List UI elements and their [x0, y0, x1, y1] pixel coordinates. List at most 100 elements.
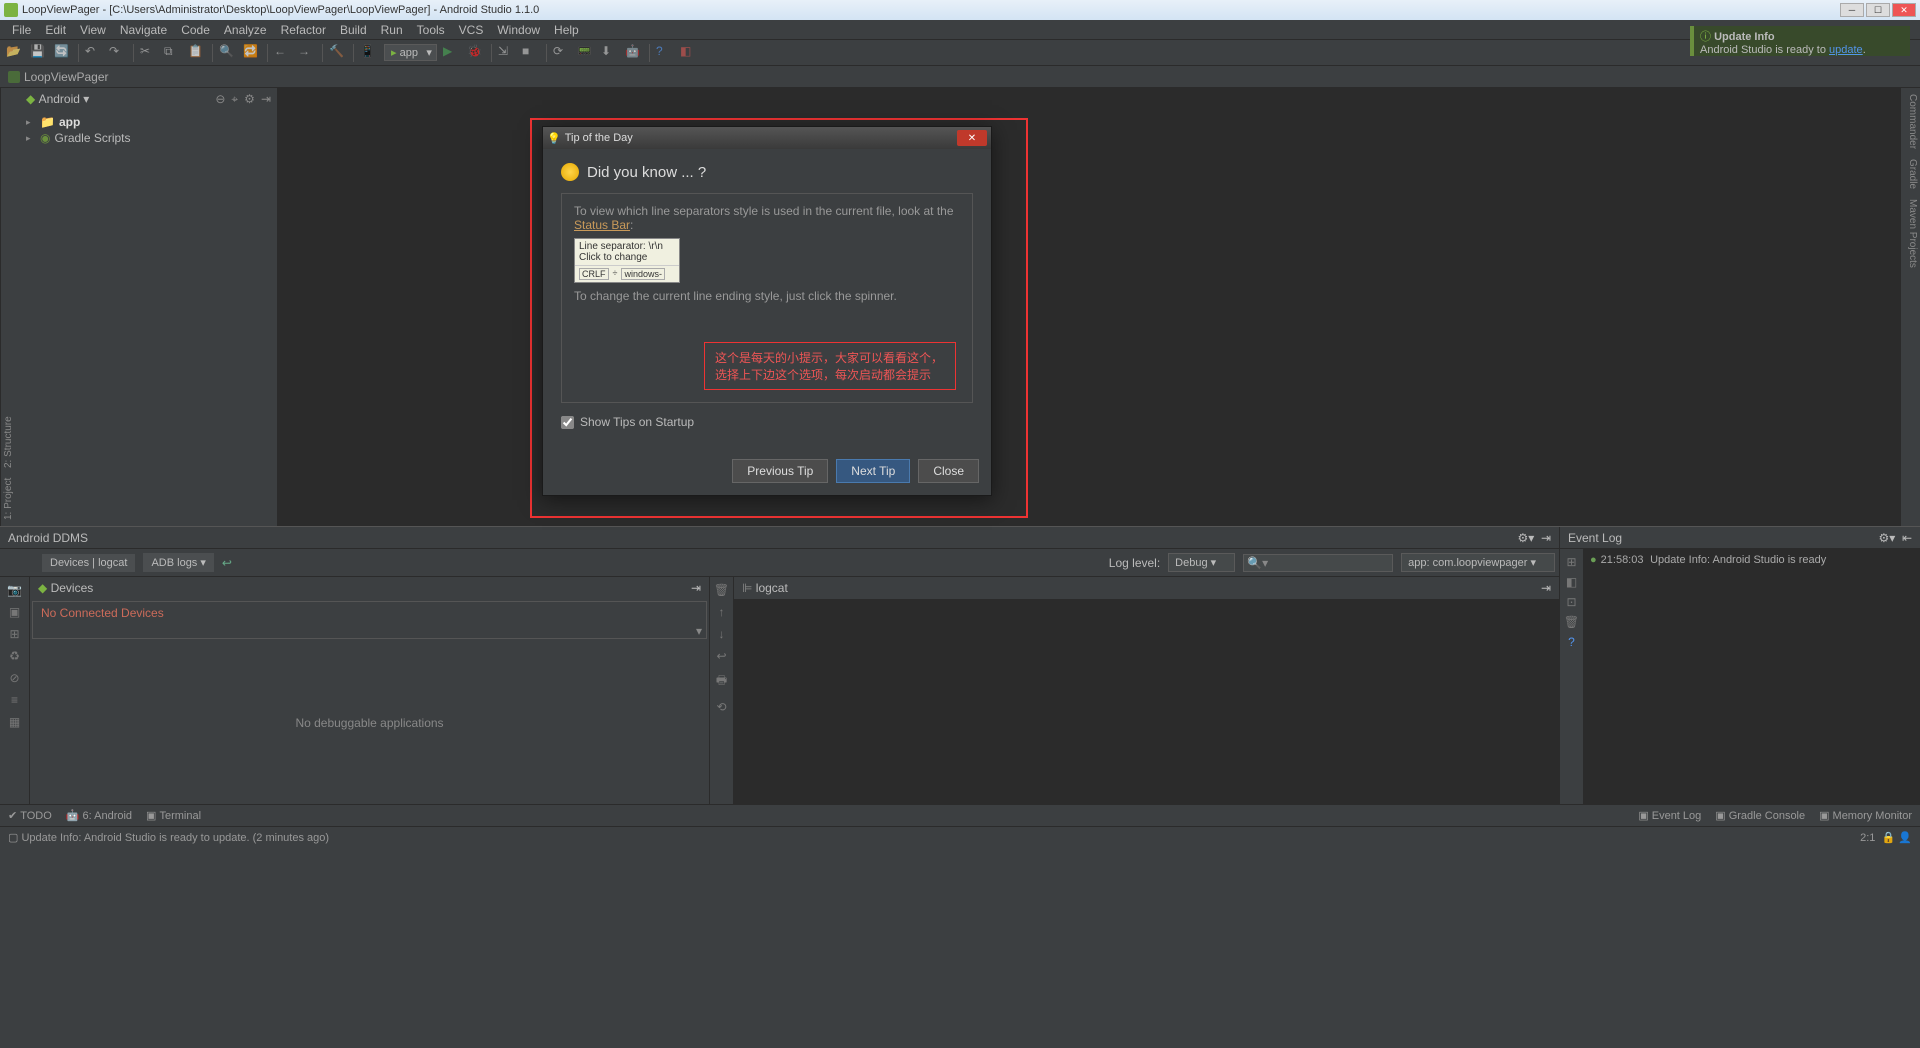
threads-icon[interactable]: ≡: [11, 693, 18, 707]
help-icon[interactable]: ?: [1568, 635, 1575, 649]
tree-item-app[interactable]: ▸📁app: [26, 114, 271, 130]
debug-icon[interactable]: 🐞: [467, 44, 485, 62]
hide-icon[interactable]: ⇥: [1541, 531, 1551, 545]
save-icon[interactable]: 💾: [30, 44, 48, 62]
attach-icon[interactable]: ⇲: [498, 44, 516, 62]
terminate-icon[interactable]: ⊘: [9, 671, 19, 685]
close-button[interactable]: ✕: [1892, 3, 1916, 17]
stop-icon[interactable]: ▣: [9, 605, 20, 619]
replace-icon[interactable]: 🔁: [243, 44, 261, 62]
menu-tools[interactable]: Tools: [411, 21, 451, 39]
restart-icon[interactable]: ⟲: [716, 700, 726, 714]
stop-icon[interactable]: ■: [522, 44, 540, 62]
menu-analyze[interactable]: Analyze: [218, 21, 273, 39]
scroll-up-icon[interactable]: ↑: [719, 605, 725, 619]
android-monitor-icon[interactable]: 🤖: [625, 44, 643, 62]
show-tips-checkbox[interactable]: Show Tips on Startup: [561, 415, 973, 429]
dialog-close-button[interactable]: ✕: [957, 130, 987, 146]
avd-manager-icon[interactable]: 📟: [577, 44, 595, 62]
wrap-icon[interactable]: ↩: [222, 556, 232, 570]
menu-view[interactable]: View: [74, 21, 112, 39]
sdk-manager-icon[interactable]: ⬇: [601, 44, 619, 62]
menu-edit[interactable]: Edit: [39, 21, 72, 39]
scroll-down-icon[interactable]: ↓: [719, 627, 725, 641]
lock-icon[interactable]: 🔒: [1882, 831, 1896, 844]
hide-icon[interactable]: ⇥: [261, 92, 271, 107]
hide-icon[interactable]: ⇤: [1902, 531, 1912, 545]
breadcrumb-item[interactable]: LoopViewPager: [24, 70, 109, 84]
run-config-combo[interactable]: ▸ app: [384, 44, 437, 61]
tool-terminal[interactable]: ▣ Terminal: [146, 809, 201, 822]
sync-gradle-icon[interactable]: ⟳: [553, 44, 571, 62]
settings-icon[interactable]: ⊡: [1566, 595, 1576, 609]
menu-build[interactable]: Build: [334, 21, 373, 39]
dump-icon[interactable]: ⊞: [9, 627, 19, 641]
tool-project[interactable]: 1: Project: [3, 478, 18, 520]
gear-icon[interactable]: ⚙▾: [1878, 531, 1895, 545]
app-filter-combo[interactable]: app: com.loopviewpager ▾: [1401, 553, 1555, 572]
run-icon[interactable]: ▶: [443, 44, 461, 62]
menu-navigate[interactable]: Navigate: [114, 21, 173, 39]
update-notification[interactable]: ⓘ Update Info Android Studio is ready to…: [1690, 26, 1910, 56]
find-icon[interactable]: 🔍: [219, 44, 237, 62]
exit-icon[interactable]: ◧: [680, 44, 698, 62]
tree-item-gradle[interactable]: ▸◉Gradle Scripts: [26, 130, 271, 146]
update-link[interactable]: update: [1829, 44, 1863, 56]
minimize-button[interactable]: ─: [1840, 3, 1864, 17]
open-icon[interactable]: 📂: [6, 44, 24, 62]
menu-run[interactable]: Run: [375, 21, 409, 39]
sync-icon[interactable]: 🔄: [54, 44, 72, 62]
print-icon[interactable]: 🖶: [716, 671, 727, 692]
menu-vcs[interactable]: VCS: [453, 21, 490, 39]
make-icon[interactable]: 🔨: [329, 44, 347, 62]
tool-todo[interactable]: ✔ TODO: [8, 809, 52, 822]
expand-icon[interactable]: ⊞: [1566, 555, 1576, 569]
tool-gradle[interactable]: Gradle: [1903, 159, 1918, 189]
gear-icon[interactable]: ⚙: [244, 92, 255, 107]
close-dialog-button[interactable]: Close: [918, 459, 979, 483]
redo-icon[interactable]: ↷: [109, 44, 127, 62]
trash-icon[interactable]: 🗑: [1564, 615, 1579, 629]
gc-icon[interactable]: ♻: [9, 649, 20, 663]
menu-window[interactable]: Window: [491, 21, 546, 39]
next-tip-button[interactable]: Next Tip: [836, 459, 910, 483]
hector-icon[interactable]: 👤: [1898, 831, 1912, 844]
tool-gradle-console[interactable]: ▣ Gradle Console: [1715, 809, 1805, 822]
previous-tip-button[interactable]: Previous Tip: [732, 459, 828, 483]
undo-icon[interactable]: ↶: [85, 44, 103, 62]
tab-adb-logs[interactable]: ADB logs ▾: [143, 553, 213, 572]
menu-help[interactable]: Help: [548, 21, 585, 39]
scroll-icon[interactable]: ⌖: [231, 92, 238, 107]
cut-icon[interactable]: ✂: [140, 44, 158, 62]
tool-memory-monitor[interactable]: ▣ Memory Monitor: [1819, 809, 1912, 822]
screenshot-icon[interactable]: 📷: [7, 583, 22, 597]
project-view-combo[interactable]: Android: [39, 92, 80, 106]
avd-icon[interactable]: 📱: [360, 44, 378, 62]
tab-devices-logcat[interactable]: Devices | logcat: [42, 554, 135, 572]
menu-code[interactable]: Code: [175, 21, 216, 39]
trash-icon[interactable]: 🗑: [714, 583, 729, 597]
hide-icon[interactable]: ⇥: [691, 581, 701, 595]
help-icon[interactable]: ?: [656, 44, 674, 62]
menu-file[interactable]: File: [6, 21, 37, 39]
tool-android[interactable]: 🤖 6: Android: [66, 809, 132, 822]
status-bar-link[interactable]: Status Bar: [574, 218, 630, 232]
gear-icon[interactable]: ⚙▾: [1517, 531, 1534, 545]
copy-icon[interactable]: ⧉: [164, 44, 182, 62]
soft-wrap-icon[interactable]: ↩: [716, 649, 726, 663]
tool-commander[interactable]: Commander: [1903, 94, 1918, 149]
hide-icon[interactable]: ⇥: [1541, 581, 1551, 595]
maximize-button[interactable]: ☐: [1866, 3, 1890, 17]
status-icon[interactable]: ▢: [8, 831, 18, 844]
heap-icon[interactable]: ▦: [9, 715, 20, 729]
menu-refactor[interactable]: Refactor: [275, 21, 332, 39]
tool-structure[interactable]: 2: Structure: [3, 416, 18, 468]
paste-icon[interactable]: 📋: [188, 44, 206, 62]
collapse-icon[interactable]: ⊖: [215, 92, 225, 107]
forward-icon[interactable]: →: [298, 44, 316, 62]
back-icon[interactable]: ←: [274, 44, 292, 62]
tool-eventlog[interactable]: ▣ Event Log: [1638, 809, 1701, 822]
loglevel-combo[interactable]: Debug ▾: [1168, 553, 1235, 572]
tool-maven[interactable]: Maven Projects: [1903, 199, 1918, 268]
mark-icon[interactable]: ◧: [1566, 575, 1577, 589]
